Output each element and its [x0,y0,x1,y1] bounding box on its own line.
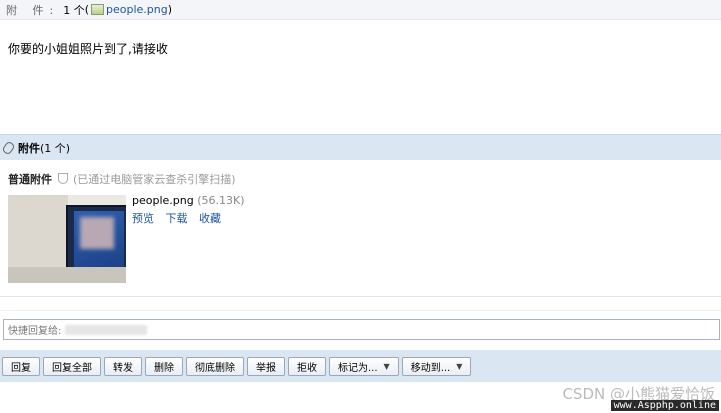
paperclip-icon [1,140,16,155]
quick-reply-input[interactable]: 快捷回复给: [3,319,720,340]
divider [0,296,721,297]
attachment-summary-line: 附 件: 1 个 ( people.png ) [0,0,721,20]
attachment-file-link[interactable]: people.png [106,3,168,16]
move-to-dropdown[interactable]: 移动到... ▼ [401,356,472,376]
normal-attachments-label: 普通附件 [8,173,52,186]
attachment-count: 1 个 [63,3,85,17]
permanent-delete-button[interactable]: 彻底删除 [186,356,244,376]
quick-reply-placeholder: 快捷回复给: [8,326,62,337]
email-reader: 附 件: 1 个 ( people.png ) 你要的小姐姐照片到了,请接收 附… [0,0,721,413]
file-actions: 预览 下载 收藏 [132,210,229,226]
close-paren: ) [167,3,173,16]
reply-button[interactable]: 回复 [2,356,40,376]
message-body: 你要的小姐姐照片到了,请接收 [8,42,168,56]
reply-all-button[interactable]: 回复全部 [43,356,101,376]
mark-as-dropdown[interactable]: 标记为... ▼ [329,356,399,376]
mail-action-toolbar: 回复 回复全部 转发 删除 彻底删除 举报 拒收 标记为... ▼ 移动到...… [0,350,721,382]
file-size: (56.13K) [197,194,245,207]
attachment-thumbnail[interactable] [8,195,126,283]
delete-button[interactable]: 删除 [145,356,183,376]
file-name: people.png [132,194,194,207]
forward-button[interactable]: 转发 [104,356,142,376]
attachments-title: 附件 [18,141,40,155]
caret-down-icon: ▼ [456,361,463,371]
reject-button[interactable]: 拒收 [288,356,326,376]
mark-as-label: 标记为... [338,362,378,374]
download-link[interactable]: 下载 [166,212,188,225]
favorite-link[interactable]: 收藏 [199,212,221,225]
normal-attachments-label-row: 普通附件 (已通过电脑管家云查杀引擎扫描) [8,171,236,187]
attachment-label: 附 件: [6,3,60,17]
preview-link[interactable]: 预览 [132,212,154,225]
divider [0,310,721,311]
attachments-count: (1 个) [40,141,71,155]
attachments-header: 附件 (1 个) [0,134,721,160]
open-paren: ( [84,3,89,16]
image-file-icon [91,4,104,15]
quick-reply-recipient [65,324,148,335]
caret-down-icon: ▼ [383,361,390,371]
thumb-desk [8,267,126,283]
shield-icon [57,173,68,184]
site-watermark: www.Aspphp.online [610,400,719,411]
virus-scan-note: (已通过电脑管家云查杀引擎扫描) [73,173,236,186]
report-button[interactable]: 举报 [247,356,285,376]
thumb-blurred-region [80,217,114,249]
move-to-label: 移动到... [410,362,451,374]
file-info: people.png (56.13K) [132,194,245,207]
